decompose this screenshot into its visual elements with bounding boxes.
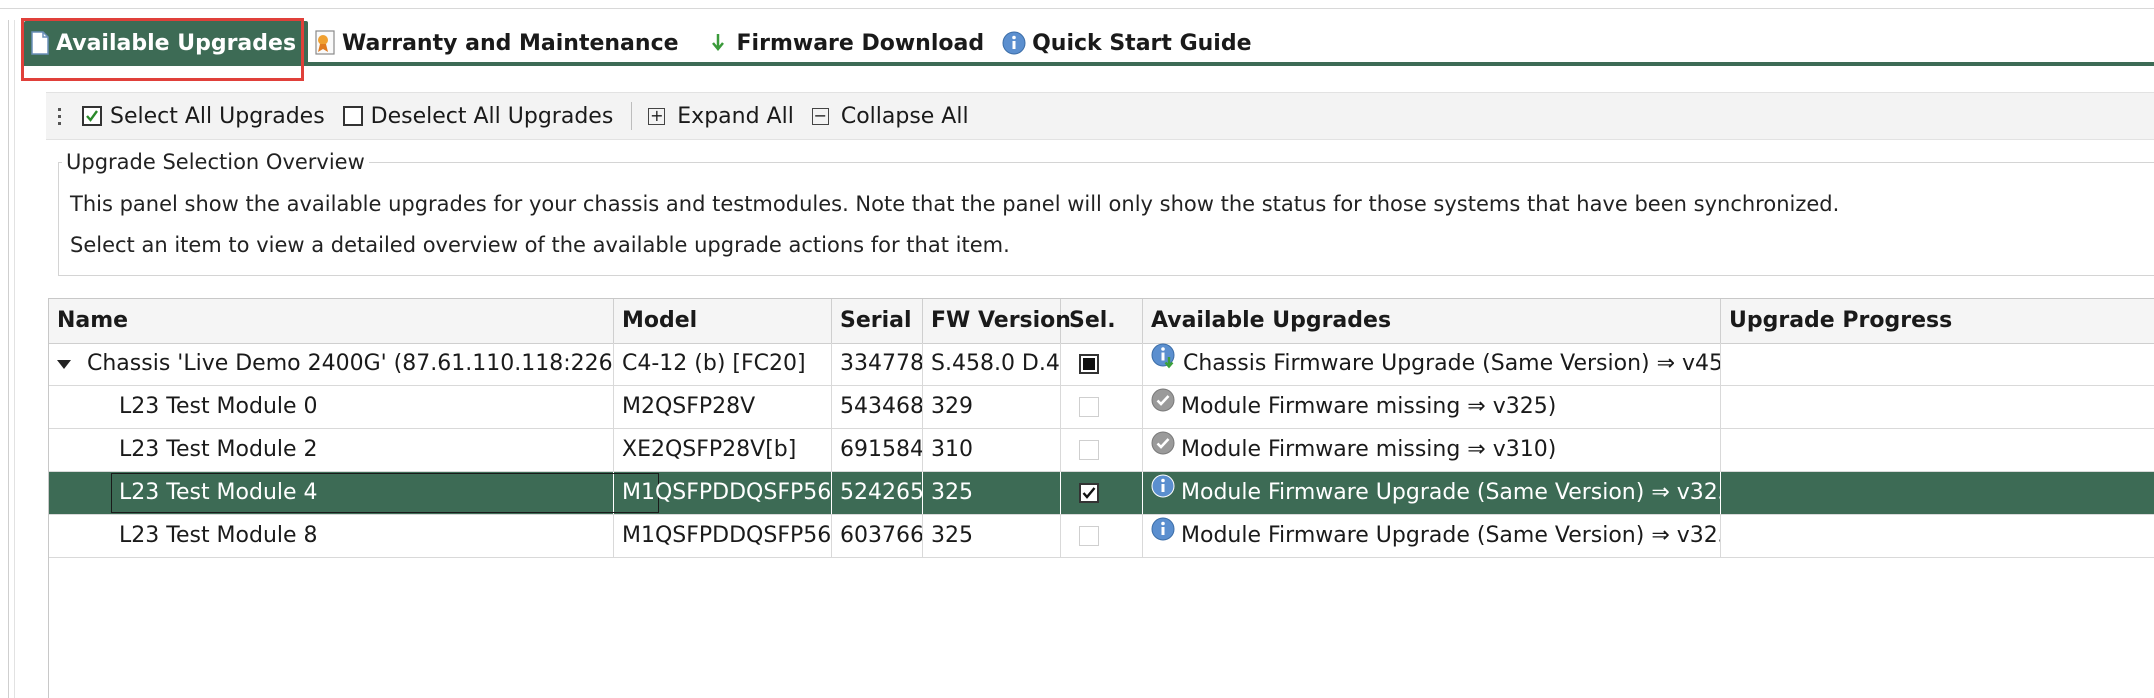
- cell-upgrade-progress: [1721, 472, 2154, 514]
- upgrade-text: Module Firmware Upgrade (Same Version) ⇒…: [1181, 523, 1721, 548]
- cell-model: M1QSFPDDQSFP56: [614, 472, 832, 514]
- cell-serial: 691584: [832, 429, 923, 471]
- collapse-minus-icon: −: [811, 106, 829, 125]
- collapse-all-label: Collapse All: [840, 103, 969, 129]
- column-header-available-upgrades[interactable]: Available Upgrades: [1143, 299, 1721, 343]
- cell-available-upgrade: Module Firmware Upgrade (Same Version) ⇒…: [1143, 472, 1721, 514]
- column-header-upgrade-progress[interactable]: Upgrade Progress: [1721, 299, 2154, 343]
- expand-plus-icon: +: [648, 106, 666, 125]
- cell-serial: 543468: [832, 386, 923, 428]
- table-row-module-0[interactable]: L23 Test Module 0 M2QSFP28V 543468 329 M…: [49, 386, 2154, 429]
- certificate-icon: [314, 30, 336, 56]
- cell-name: Chassis 'Live Demo 2400G' (87.61.110.118…: [49, 343, 614, 385]
- tab-quick-start-guide[interactable]: Quick Start Guide: [996, 21, 1263, 65]
- cell-upgrade-progress: [1721, 343, 2154, 385]
- select-all-button[interactable]: Select All Upgrades: [82, 104, 325, 129]
- cell-upgrade-progress: [1721, 515, 2154, 557]
- info-icon: [1151, 515, 1175, 556]
- cell-sel: [1061, 429, 1143, 471]
- cell-serial: 334778: [832, 343, 923, 385]
- cell-serial: 603766: [832, 515, 923, 557]
- focus-outline: [111, 473, 659, 513]
- tab-label: Warranty and Maintenance: [342, 30, 679, 56]
- table-row-chassis[interactable]: Chassis 'Live Demo 2400G' (87.61.110.118…: [49, 343, 2154, 386]
- upgrade-text: Chassis Firmware Upgrade (Same Version) …: [1183, 351, 1721, 376]
- deselect-all-button[interactable]: Deselect All Upgrades: [342, 103, 614, 129]
- cell-available-upgrade: Chassis Firmware Upgrade (Same Version) …: [1143, 343, 1721, 385]
- cell-name: L23 Test Module 0: [49, 386, 614, 428]
- column-header-sel[interactable]: Sel.: [1061, 299, 1143, 343]
- top-divider: [0, 8, 2154, 9]
- cell-sel: [1061, 515, 1143, 557]
- cell-name: L23 Test Module 2: [49, 429, 614, 471]
- chassis-name: Chassis 'Live Demo 2400G' (87.61.110.118…: [87, 351, 614, 376]
- cell-sel: [1061, 386, 1143, 428]
- tab-warranty-maintenance[interactable]: Warranty and Maintenance: [308, 21, 690, 65]
- left-border-inner: [14, 20, 15, 698]
- upgrade-text: Module Firmware Upgrade (Same Version) ⇒…: [1181, 480, 1721, 505]
- toolbar-separator: [631, 102, 633, 130]
- cell-fw-version: 325: [923, 515, 1061, 557]
- highlight-annotation: [21, 18, 304, 81]
- cell-model: M2QSFP28V: [614, 386, 832, 428]
- collapse-triangle-icon[interactable]: [57, 359, 71, 369]
- overview-description: This panel show the available upgrades f…: [70, 192, 1840, 216]
- cell-sel: [1061, 472, 1143, 514]
- cell-upgrade-progress: [1721, 429, 2154, 471]
- tab-underline: [24, 62, 2154, 66]
- check-gray-icon: [1151, 386, 1175, 427]
- expand-all-label: Expand All: [677, 103, 794, 129]
- left-border: [8, 20, 9, 698]
- cell-name: L23 Test Module 8: [49, 515, 614, 557]
- cell-model: M1QSFPDDQSFP56: [614, 515, 832, 557]
- check-gray-icon: [1151, 429, 1175, 470]
- column-header-fw-version[interactable]: FW Version: [923, 299, 1071, 343]
- select-checkbox-checked[interactable]: [1079, 483, 1099, 503]
- tab-firmware-download[interactable]: Firmware Download: [691, 21, 997, 65]
- upgrade-text: Module Firmware missing ⇒ v310): [1181, 437, 1557, 462]
- cell-sel: [1061, 343, 1143, 385]
- upgrade-text: Module Firmware missing ⇒ v325): [1181, 394, 1557, 419]
- select-checkbox-disabled[interactable]: [1079, 397, 1099, 417]
- upgrades-table: Name Model Serial FW Version Sel. Availa…: [48, 298, 2154, 698]
- toolbar-grip-handle[interactable]: [58, 107, 64, 125]
- cell-fw-version: S.458.0 D.41: [923, 343, 1061, 385]
- tab-label: Quick Start Guide: [1032, 30, 1252, 56]
- info-icon: [1002, 31, 1026, 55]
- select-all-label: Select All Upgrades: [110, 103, 325, 129]
- info-icon: [1151, 472, 1175, 513]
- checkbox-checked-icon: [82, 106, 102, 126]
- checkbox-empty-icon: [342, 106, 363, 126]
- table-row-module-4-selected[interactable]: L23 Test Module 4 M1QSFPDDQSFP56 524265 …: [49, 472, 2154, 515]
- column-header-name[interactable]: Name: [49, 299, 614, 343]
- select-checkbox-partial[interactable]: [1079, 354, 1099, 374]
- cell-model: XE2QSFP28V[b]: [614, 429, 832, 471]
- cell-fw-version: 325: [923, 472, 1061, 514]
- upgrade-toolbar: Select All Upgrades Deselect All Upgrade…: [46, 92, 2154, 140]
- info-download-icon: [1151, 343, 1177, 384]
- cell-serial: 524265: [832, 472, 923, 514]
- tab-label: Firmware Download: [736, 30, 985, 56]
- select-checkbox-disabled[interactable]: [1079, 526, 1099, 546]
- table-row-module-8[interactable]: L23 Test Module 8 M1QSFPDDQSFP56 603766 …: [49, 515, 2154, 558]
- cell-available-upgrade: Module Firmware missing ⇒ v310): [1143, 429, 1721, 471]
- select-checkbox-disabled[interactable]: [1079, 440, 1099, 460]
- table-header: Name Model Serial FW Version Sel. Availa…: [49, 299, 2154, 344]
- cell-model: C4-12 (b) [FC20]: [614, 343, 832, 385]
- column-header-serial[interactable]: Serial: [832, 299, 923, 343]
- upgrade-overview-group: [58, 162, 2154, 276]
- cell-upgrade-progress: [1721, 386, 2154, 428]
- cell-available-upgrade: Module Firmware Upgrade (Same Version) ⇒…: [1143, 515, 1721, 557]
- cell-fw-version: 329: [923, 386, 1061, 428]
- collapse-all-button[interactable]: − Collapse All: [811, 103, 969, 129]
- expand-all-button[interactable]: + Expand All: [648, 104, 794, 129]
- deselect-all-label: Deselect All Upgrades: [370, 103, 614, 129]
- column-header-model[interactable]: Model: [614, 299, 832, 343]
- cell-available-upgrade: Module Firmware missing ⇒ v325): [1143, 386, 1721, 428]
- table-row-module-2[interactable]: L23 Test Module 2 XE2QSFP28V[b] 691584 3…: [49, 429, 2154, 472]
- overview-title: Upgrade Selection Overview: [62, 150, 369, 174]
- download-arrow-icon: [711, 33, 725, 53]
- overview-instruction: Select an item to view a detailed overvi…: [70, 233, 1010, 257]
- cell-fw-version: 310: [923, 429, 1061, 471]
